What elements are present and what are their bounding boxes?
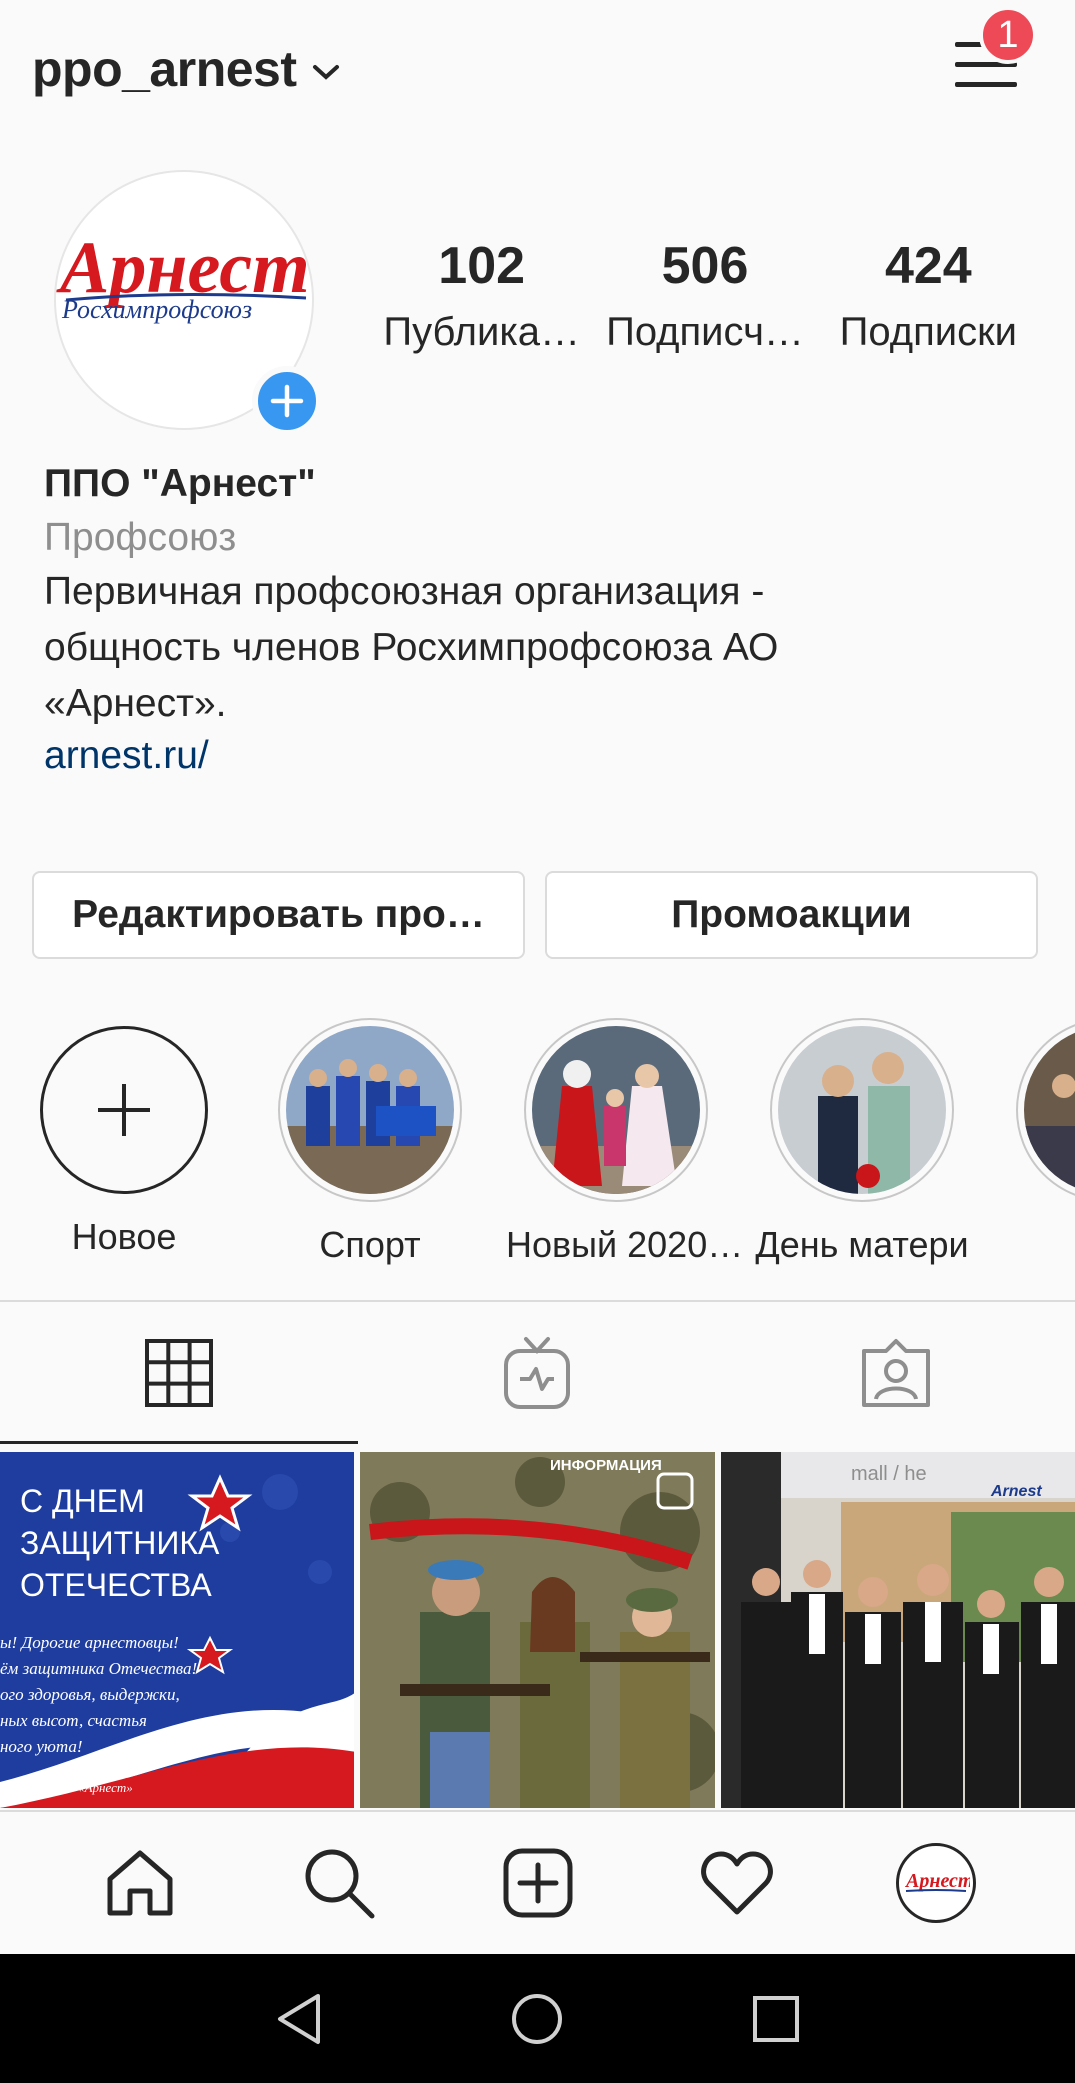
post-text: С ДНЕМ bbox=[20, 1483, 145, 1519]
system-back-button[interactable] bbox=[259, 1979, 339, 2059]
profile-header: ppo_arnest 1 bbox=[0, 0, 1075, 140]
stat-label: Подписки bbox=[839, 310, 1017, 354]
stat-value: 102 bbox=[438, 237, 526, 295]
post-text: ных высот, счастья bbox=[0, 1711, 147, 1730]
igtv-icon bbox=[504, 1337, 571, 1409]
plus-icon bbox=[270, 384, 304, 418]
new-post-icon bbox=[503, 1848, 572, 1918]
stat-followers[interactable]: 506 Подписч… bbox=[593, 240, 816, 355]
highlight-ring bbox=[1016, 1018, 1075, 1202]
profile-avatar-wrap: Арнест Росхимпрофсоюз bbox=[54, 170, 322, 436]
post-image: ИНФОРМАЦИЯ bbox=[360, 1452, 715, 1808]
profile-bio: ППО "Арнест" Профсоюз Первичная профсоюз… bbox=[44, 462, 1044, 778]
home-circle-icon bbox=[512, 1993, 563, 2044]
highlight-label: Спорт bbox=[319, 1224, 421, 1265]
grid-icon bbox=[145, 1339, 214, 1407]
back-triangle-icon bbox=[278, 1993, 321, 2044]
highlight-label: День матери bbox=[755, 1224, 969, 1265]
highlight-new-year[interactable]: Новый 2020… bbox=[506, 1018, 744, 1266]
post-text: ИНФОРМАЦИЯ bbox=[550, 1457, 662, 1474]
highlight-cover-image bbox=[1024, 1026, 1075, 1194]
system-recents-button[interactable] bbox=[736, 1979, 816, 2059]
stat-label: Подписч… bbox=[606, 310, 804, 354]
highlight-mothers-day[interactable]: День матери bbox=[752, 1018, 972, 1266]
post-thumbnail[interactable]: ИНФОРМАЦИЯ bbox=[360, 1452, 715, 1808]
nav-new-post[interactable] bbox=[483, 1828, 593, 1938]
story-highlights: Новое Спорт Новый 2020… День матери bbox=[0, 1018, 1075, 1268]
bio-line: общность членов Росхимпрофсоюза АО bbox=[44, 626, 779, 669]
post-text: ного уюта! bbox=[0, 1737, 83, 1756]
post-text: ЗАЩИТНИКА bbox=[20, 1525, 220, 1561]
bio-line: «Арнест». bbox=[44, 682, 227, 725]
profile-name: ППО "Арнест" bbox=[44, 462, 316, 505]
post-text: Arnest bbox=[990, 1483, 1042, 1500]
post-text: ём защитника Отечества! bbox=[0, 1659, 197, 1678]
highlight-label: Новый 2020… bbox=[506, 1224, 744, 1265]
menu-button[interactable]: 1 bbox=[953, 6, 1037, 94]
stat-label: Публика… bbox=[383, 310, 580, 354]
bottom-navigation: Арнест bbox=[0, 1810, 1075, 1954]
tab-tagged[interactable] bbox=[717, 1302, 1075, 1444]
tagged-icon bbox=[861, 1339, 930, 1407]
promotions-button[interactable]: Промоакции bbox=[545, 871, 1038, 959]
highlight-ring bbox=[278, 1018, 462, 1202]
post-text: ого здоровья, выдержки, bbox=[0, 1685, 180, 1704]
highlight-cover-image bbox=[778, 1026, 946, 1194]
highlight-sport[interactable]: Спорт bbox=[260, 1018, 480, 1266]
profile-category: Профсоюз bbox=[44, 516, 237, 559]
highlight-ring bbox=[770, 1018, 954, 1202]
post-text: ы! Дорогие арнестовцы! bbox=[0, 1633, 179, 1652]
profile-avatar-small: Арнест bbox=[895, 1843, 976, 1923]
bio-line: Первичная профсоюзная организация - bbox=[44, 570, 765, 613]
account-switcher[interactable]: ppo_arnest bbox=[32, 40, 341, 98]
system-home-button[interactable] bbox=[497, 1979, 577, 2059]
nav-profile[interactable]: Арнест bbox=[881, 1828, 991, 1938]
post-image: С ДНЕМ ЗАЩИТНИКА ОТЕЧЕСТВА ы! Дорогие ар… bbox=[0, 1452, 355, 1808]
stat-value: 424 bbox=[884, 237, 972, 295]
stat-value: 506 bbox=[661, 237, 749, 295]
edit-profile-button[interactable]: Редактировать про… bbox=[32, 871, 525, 959]
highlight-ring bbox=[524, 1018, 708, 1202]
tab-igtv[interactable] bbox=[358, 1302, 716, 1444]
highlight-new[interactable]: Новое bbox=[14, 1018, 234, 1258]
profile-stats: 102 Публика… 506 Подписч… 424 Подписки bbox=[370, 240, 1040, 355]
nav-search[interactable] bbox=[284, 1828, 394, 1938]
plus-icon bbox=[98, 1084, 150, 1136]
highlight-cover-image bbox=[532, 1026, 700, 1194]
highlight-partial[interactable]: Нам bbox=[998, 1018, 1075, 1266]
profile-actions: Редактировать про… Промоакции bbox=[32, 871, 1038, 959]
system-navigation bbox=[0, 1954, 1075, 2083]
menu-icon-bar bbox=[955, 82, 1017, 87]
post-text: ОТЕЧЕСТВА bbox=[20, 1567, 212, 1603]
chevron-down-icon bbox=[312, 65, 339, 80]
highlight-cover-image bbox=[286, 1026, 454, 1194]
stat-posts[interactable]: 102 Публика… bbox=[370, 240, 593, 355]
home-icon bbox=[107, 1850, 172, 1916]
post-text: нест» и ППО «Арнест» bbox=[0, 1780, 133, 1795]
highlight-ring bbox=[40, 1026, 208, 1194]
post-thumbnail[interactable]: С ДНЕМ ЗАЩИТНИКА ОТЕЧЕСТВА ы! Дорогие ар… bbox=[0, 1452, 355, 1808]
heart-icon bbox=[700, 1851, 773, 1915]
tab-grid[interactable] bbox=[0, 1302, 359, 1444]
profile-description: Первичная профсоюзная организация - общн… bbox=[44, 564, 1044, 732]
post-image: mall / he Arnest bbox=[720, 1452, 1075, 1808]
posts-grid: С ДНЕМ ЗАЩИТНИКА ОТЕЧЕСТВА ы! Дорогие ар… bbox=[0, 1452, 1075, 1808]
post-thumbnail[interactable]: mall / he Arnest bbox=[720, 1452, 1075, 1808]
svg-text:Арнест: Арнест bbox=[904, 1870, 970, 1892]
notification-badge: 1 bbox=[979, 6, 1037, 64]
recents-square-icon bbox=[752, 1995, 799, 2042]
stat-following[interactable]: 424 Подписки bbox=[817, 240, 1040, 355]
profile-website-link[interactable]: arnest.ru/ bbox=[44, 734, 1044, 778]
search-icon bbox=[305, 1849, 374, 1919]
profile-tabs bbox=[0, 1302, 1075, 1444]
nav-activity[interactable] bbox=[682, 1828, 792, 1938]
highlight-label: Новое bbox=[71, 1216, 177, 1257]
highlight-label: Нам bbox=[998, 1224, 1075, 1266]
post-text: mall / he bbox=[851, 1463, 927, 1485]
add-story-button[interactable] bbox=[252, 366, 322, 436]
nav-home[interactable] bbox=[85, 1828, 195, 1938]
username: ppo_arnest bbox=[32, 41, 297, 97]
